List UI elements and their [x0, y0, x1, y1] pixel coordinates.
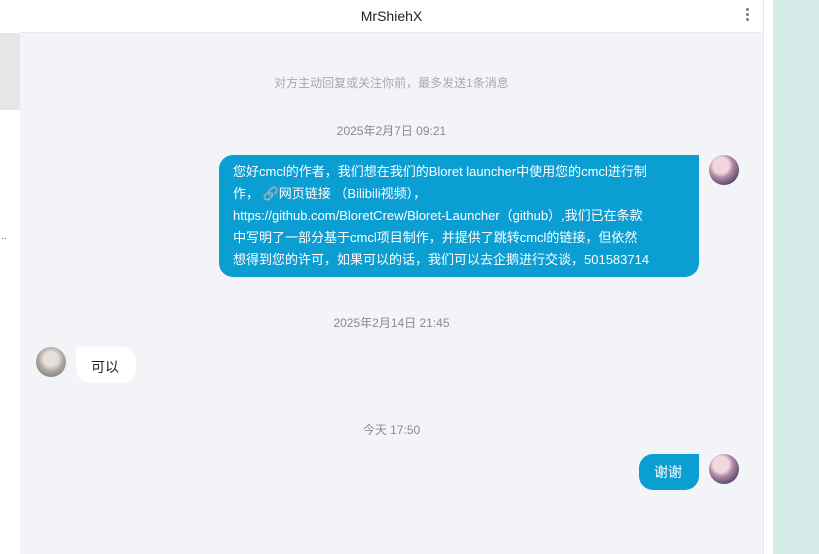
chat-window: MrShiehX 对方主动回复或关注你前，最多发送1条消息 2025年2月7日 … — [20, 0, 763, 554]
side-panel — [773, 0, 819, 554]
contact-avatar[interactable] — [36, 347, 66, 377]
message-text: 可以 — [91, 359, 119, 375]
message-line[interactable]: 作， 🔗网页链接 （Bilibili视频）， — [233, 183, 685, 205]
more-vertical-icon[interactable] — [743, 6, 751, 26]
message-timestamp: 今天 17:50 — [362, 423, 421, 437]
user-avatar[interactable] — [709, 155, 739, 185]
messaging-limit-notice: 对方主动回复或关注你前，最多发送1条消息 — [274, 76, 509, 90]
contact-name: MrShiehX — [360, 8, 423, 24]
outgoing-message-bubble[interactable]: 您好cmcl的作者，我们想在我们的Bloret launcher中使用您的cmc… — [219, 155, 699, 277]
user-avatar[interactable] — [709, 454, 739, 484]
message-timestamp: 2025年2月7日 09:21 — [336, 124, 447, 138]
truncated-text: .. — [1, 231, 7, 242]
message-timestamp: 2025年2月14日 21:45 — [333, 316, 450, 330]
message-line: 您好cmcl的作者，我们想在我们的Bloret launcher中使用您的cmc… — [233, 164, 647, 179]
incoming-message-bubble[interactable]: 可以 — [76, 347, 136, 383]
message-line: 想得到您的许可，如果可以的话，我们可以去企鹅进行交谈，501583714 — [233, 252, 650, 267]
message-line: 中写明了一部分基于cmcl项目制作，并提供了跳转cmcl的链接，但依然 — [233, 230, 638, 245]
outgoing-message-bubble[interactable]: 谢谢 — [639, 454, 699, 490]
message-line[interactable]: https://github.com/BloretCrew/Bloret-Lau… — [233, 205, 685, 227]
chat-header: MrShiehX — [20, 0, 763, 33]
conversation-list-edge: .. — [0, 0, 21, 554]
selected-conversation-highlight[interactable] — [0, 33, 20, 110]
message-text: 谢谢 — [654, 464, 682, 480]
